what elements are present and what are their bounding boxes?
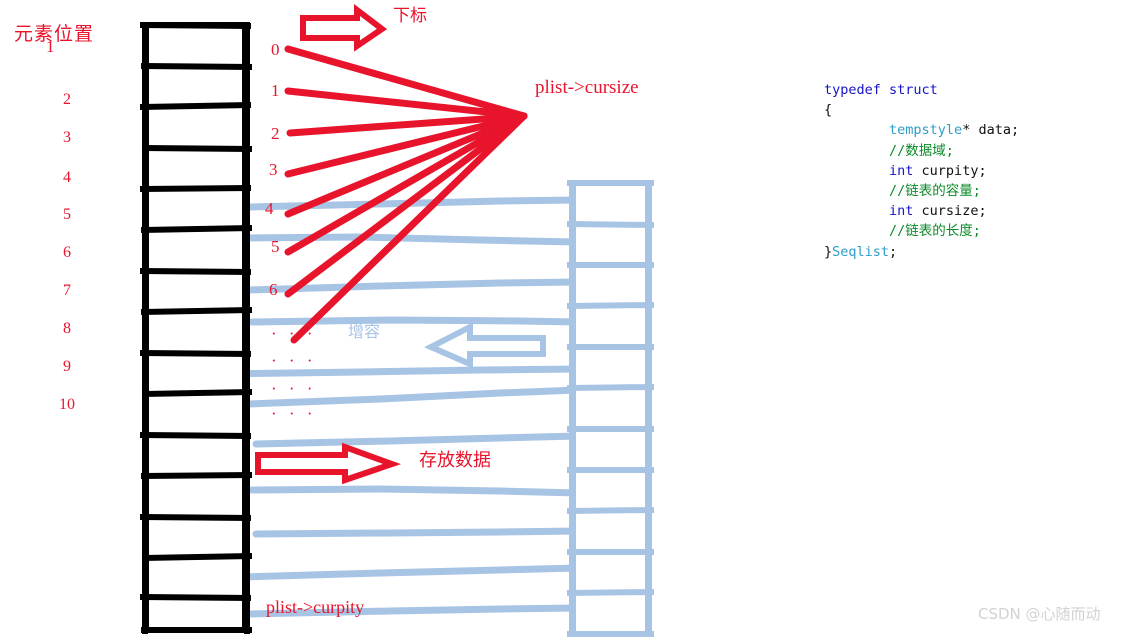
code-token: typedef struct [824, 82, 938, 98]
code-token: curpity; [913, 162, 987, 179]
index-number: 4 [265, 199, 274, 218]
code-line: int curpity; [824, 161, 1019, 181]
index-number: 2 [271, 124, 280, 143]
element-position-first-index: 1 [46, 37, 55, 56]
position-number: 4 [63, 169, 71, 186]
code-line: //数据域; [824, 141, 1019, 161]
code-line: typedef struct [824, 80, 1019, 100]
curpity-label: plist->curpity [266, 597, 365, 617]
position-number: 7 [63, 282, 71, 299]
code-token: * data; [962, 122, 1020, 139]
code-token: int [889, 162, 914, 179]
code-line: //链表的长度; [824, 221, 1019, 241]
position-number: 3 [63, 129, 71, 146]
code-line: //链表的容量; [824, 181, 1019, 201]
index-ellipsis: · · · [271, 351, 317, 370]
code-token: //数据域; [889, 142, 954, 159]
code-token: //链表的容量; [889, 183, 981, 200]
store-data-label: 存放数据 [419, 450, 491, 471]
diagram-canvas: 元素位置 1 2 3 4 5 6 7 8 9 10 0 1 2 3 4 5 6 … [0, 0, 1144, 637]
index-ellipsis: · · · [271, 379, 317, 398]
index-number: 1 [271, 81, 280, 100]
code-token: { [824, 102, 833, 119]
index-number: 3 [269, 160, 278, 179]
index-number: 5 [271, 237, 280, 256]
position-number: 5 [63, 206, 71, 223]
code-line: }Seqlist; [824, 242, 1019, 262]
position-number: 9 [63, 358, 71, 375]
expand-capacity-label: 增容 [348, 322, 381, 341]
index-number: 0 [271, 40, 280, 59]
code-token: tempstyle [889, 122, 963, 139]
position-number: 10 [59, 396, 75, 413]
code-token: Seqlist [832, 243, 890, 260]
position-number: 8 [63, 320, 71, 337]
index-ellipsis: · · · [271, 404, 317, 423]
index-ellipsis: · · · [271, 324, 317, 343]
subscript-label: 下标 [393, 6, 427, 26]
code-token: } [824, 243, 833, 260]
position-number: 2 [63, 91, 71, 108]
code-line: tempstyle* data; [824, 120, 1019, 140]
code-line: { [824, 100, 1019, 120]
code-line: int cursize; [824, 201, 1019, 221]
code-token: //链表的长度; [889, 223, 981, 240]
csdn-watermark: CSDN @心随而动 [978, 605, 1101, 623]
cursize-label: plist->cursize [535, 77, 639, 98]
code-token: cursize; [913, 203, 987, 220]
struct-code-block: typedef struct{ tempstyle* data; //数据域; … [824, 80, 1019, 262]
index-number: 6 [269, 280, 278, 299]
position-number: 6 [63, 244, 71, 261]
code-token: ; [889, 243, 898, 260]
code-token: int [889, 203, 914, 220]
